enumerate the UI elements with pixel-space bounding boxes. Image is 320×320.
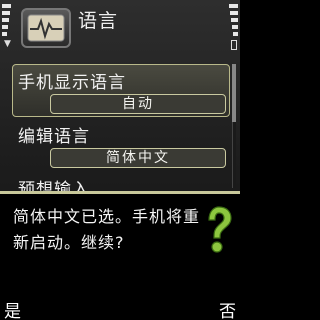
antenna-icon: ▼ [4, 39, 11, 49]
screen: ▼ 语言 手机显示语言 自动 编辑语言 简体中文 预想输入 简体中文已选。手机将… [0, 0, 240, 320]
page-title: 语言 [78, 10, 119, 32]
dialog-message: 简体中文已选。手机将重新启动。继续? [13, 207, 201, 252]
right-softkey-no[interactable]: 否 [219, 297, 236, 320]
oscilloscope-wave-icon [21, 8, 71, 48]
softkey-bar: 是 否 [0, 297, 240, 320]
confirmation-dialog: 简体中文已选。手机将重新启动。继续? [0, 191, 240, 297]
question-mark-icon [201, 204, 235, 256]
list-item-editing-language[interactable]: 编辑语言 [18, 122, 90, 147]
left-softkey-yes[interactable]: 是 [4, 297, 21, 320]
scrollbar-thumb[interactable] [232, 64, 236, 122]
battery-icon [231, 40, 237, 50]
editing-language-value[interactable]: 简体中文 [50, 148, 226, 168]
display-language-value[interactable]: 自动 [50, 94, 226, 114]
display-language-label: 手机显示语言 [18, 73, 126, 93]
